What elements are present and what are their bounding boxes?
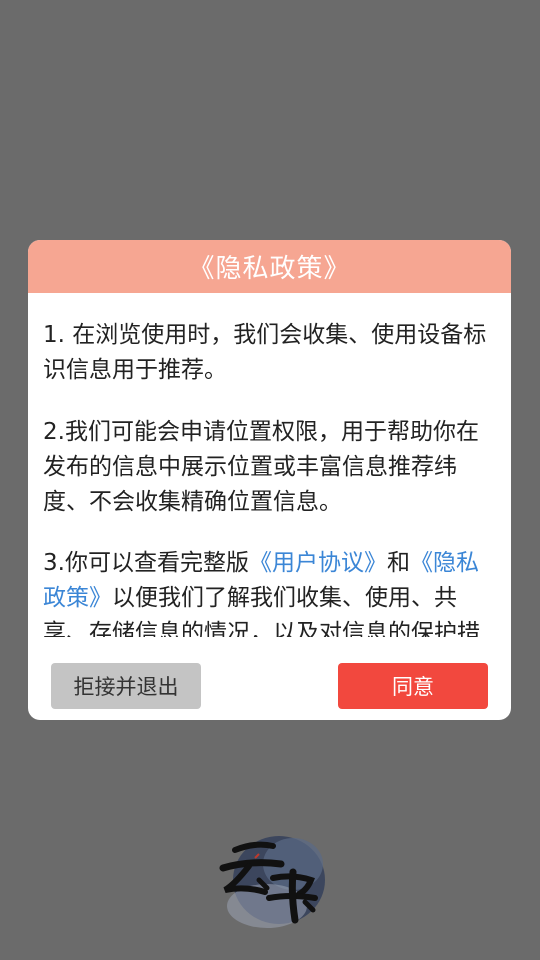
yunshu-calligraphy-logo-icon [215, 828, 330, 938]
privacy-paragraph-3: 3.你可以查看完整版《用户协议》和《隐私政策》以便我们了解我们收集、使用、共享、… [28, 546, 511, 637]
paragraph-3-text-and: 和 [386, 550, 410, 576]
dialog-body[interactable]: 1. 在浏览使用时，我们会收集、使用设备标识信息用于推荐。 2.我们可能会申请位… [28, 293, 511, 637]
user-agreement-link[interactable]: 《用户协议》 [249, 550, 387, 576]
dialog-header: 《隐私政策》 [28, 240, 511, 293]
privacy-paragraph-1: 1. 在浏览使用时，我们会收集、使用设备标识信息用于推荐。 [43, 322, 487, 383]
privacy-dialog: 《隐私政策》 1. 在浏览使用时，我们会收集、使用设备标识信息用于推荐。 2.我… [28, 240, 511, 720]
paragraph-3-text-start: 3.你可以查看完整版 [43, 550, 249, 576]
screen-overlay: 《隐私政策》 1. 在浏览使用时，我们会收集、使用设备标识信息用于推荐。 2.我… [0, 0, 540, 960]
dialog-title: 《隐私政策》 [188, 254, 351, 284]
agree-button[interactable]: 同意 [338, 663, 488, 709]
privacy-paragraph-2: 2.我们可能会申请位置权限，用于帮助你在发布的信息中展示位置或丰富信息推荐纬度、… [43, 419, 479, 515]
reject-and-exit-button[interactable]: 拒接并退出 [51, 663, 201, 709]
